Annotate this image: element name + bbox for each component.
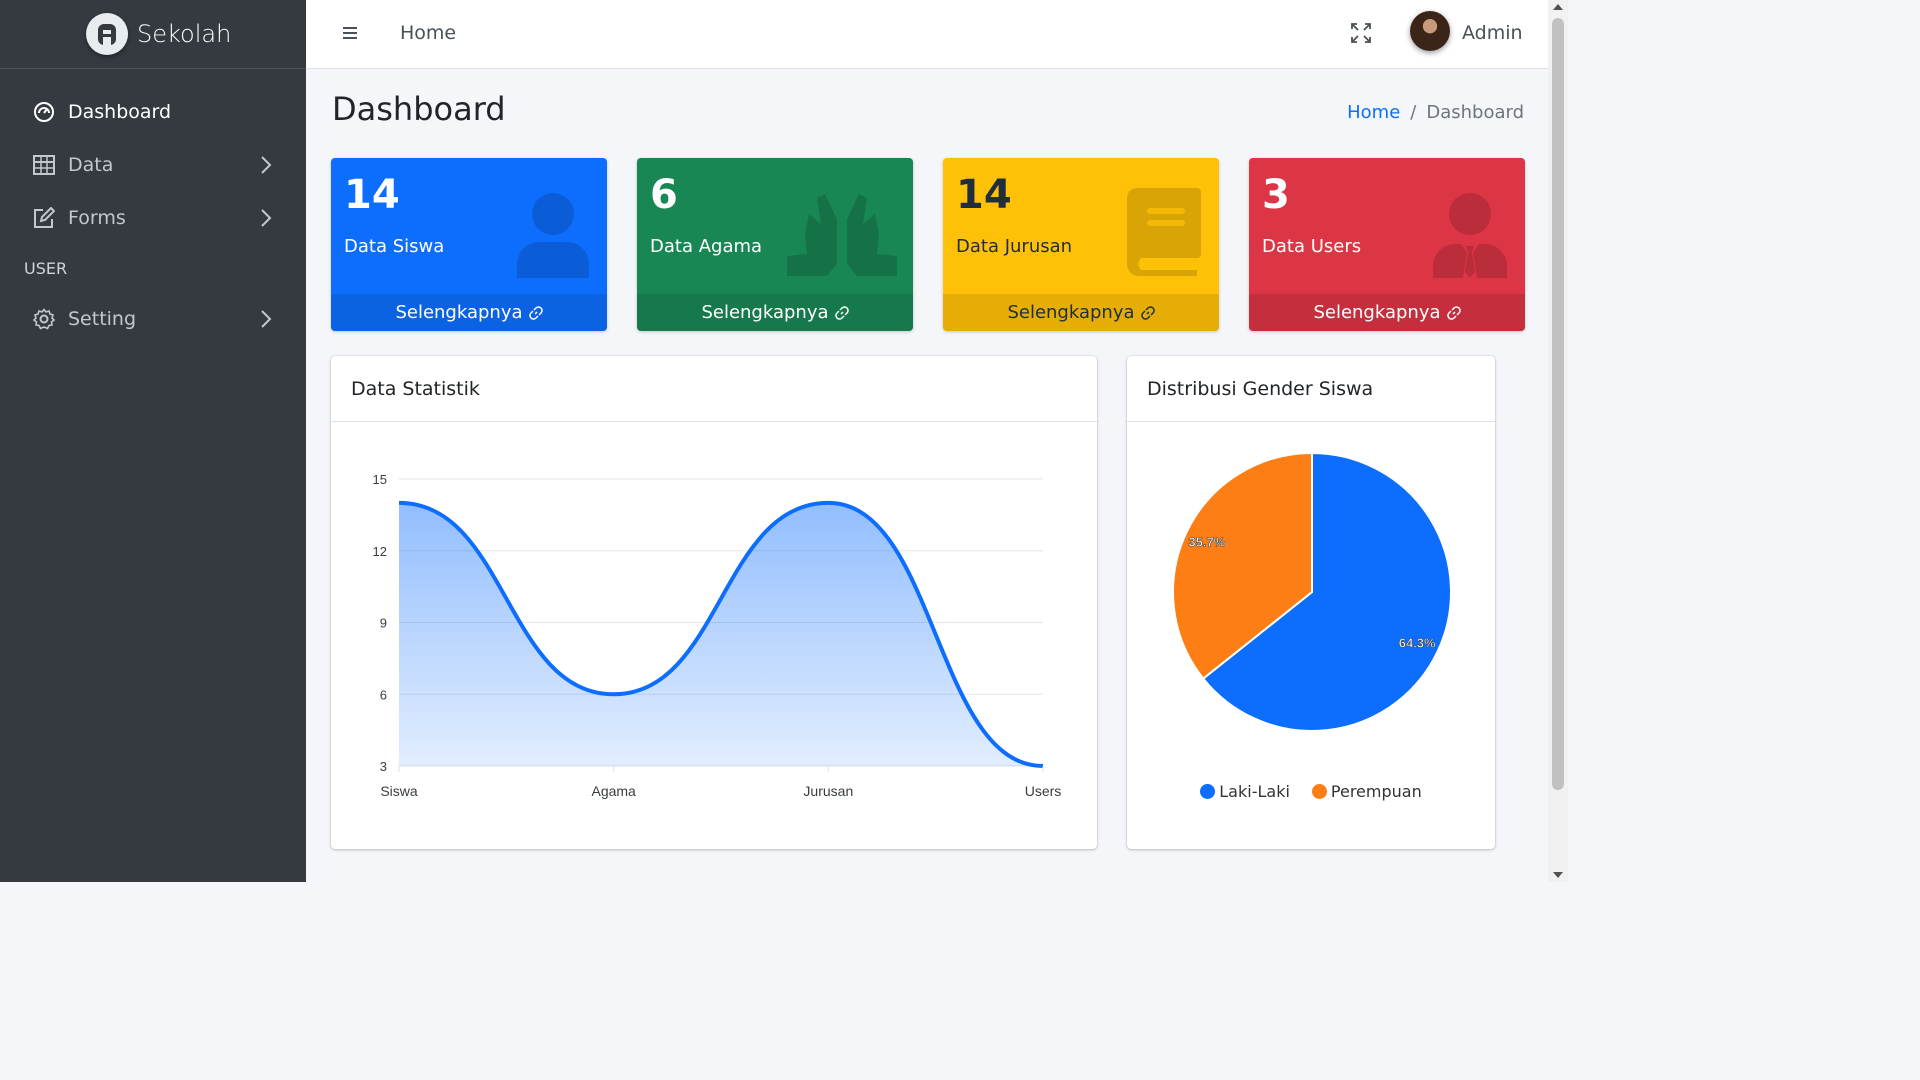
stat-value: 14 (344, 172, 400, 218)
chevron-right-icon (261, 209, 272, 227)
fullscreen-icon[interactable] (1350, 22, 1372, 44)
sidebar-item-label: Data (68, 153, 114, 176)
more-info-link[interactable]: Selengkapnya (637, 294, 913, 331)
stat-value: 14 (956, 172, 1012, 218)
user-icon (517, 193, 589, 278)
legend-marker (1311, 784, 1327, 799)
page-title: Dashboard (332, 90, 506, 128)
stat-label: Data Users (1262, 236, 1362, 257)
sidebar-item-label: Forms (68, 206, 126, 229)
topbar-home-link[interactable]: Home (400, 22, 456, 44)
pie-legend: Laki-Laki Perempuan (1127, 782, 1495, 801)
chevron-right-icon (261, 310, 272, 328)
link-icon (1446, 305, 1461, 320)
stat-box-users: 3 Data Users Selengkapnya (1249, 158, 1525, 331)
more-info-label: Selengkapnya (395, 302, 523, 323)
sidebar-item-data[interactable]: Data (0, 138, 306, 191)
breadcrumb-separator: / (1410, 102, 1417, 123)
card-distribusi-gender: Distribusi Gender Siswa 64.3% 35.7% Laki-… (1127, 356, 1495, 849)
edit-icon (32, 206, 56, 230)
hamburger-icon[interactable] (342, 22, 358, 44)
y-tick-label: 6 (380, 687, 387, 702)
sidebar-item-label: Setting (68, 307, 137, 330)
brand-name: Sekolah (137, 20, 232, 48)
praying-hands-icon (787, 194, 897, 276)
avatar[interactable] (1410, 11, 1450, 51)
x-tick-label: Users (1025, 783, 1062, 799)
stat-label: Data Agama (650, 236, 763, 257)
book-icon (1127, 188, 1201, 276)
chevron-right-icon (261, 156, 272, 174)
card-data-statistik: Data Statistik 3 6 9 12 15 Siswa Agama Jurusan U… (331, 356, 1097, 849)
scroll-down-arrow-icon[interactable] (1553, 872, 1563, 878)
sidebar: Sekolah Dashboard Data Forms USER Settin… (0, 0, 306, 882)
breadcrumb: Home / Dashboard (1347, 102, 1524, 123)
brand[interactable]: Sekolah (0, 0, 306, 69)
stat-value: 6 (650, 172, 678, 218)
y-tick-label: 12 (373, 544, 387, 559)
legend-item[interactable]: Laki-Laki (1200, 782, 1290, 801)
link-icon (1140, 305, 1155, 320)
brand-logo (86, 13, 128, 55)
scrollbar[interactable] (1548, 0, 1568, 882)
tachometer-icon (32, 100, 56, 124)
stat-label: Data Jurusan (956, 236, 1073, 257)
more-info-label: Selengkapnya (1007, 302, 1135, 323)
more-info-link[interactable]: Selengkapnya (331, 294, 607, 331)
breadcrumb-current: Dashboard (1426, 102, 1524, 123)
y-tick-label: 3 (380, 759, 387, 774)
stat-box-siswa: 14 Data Siswa Selengkapnya (331, 158, 607, 331)
sidebar-item-setting[interactable]: Setting (0, 292, 306, 345)
user-tie-icon (1433, 193, 1507, 278)
more-info-label: Selengkapnya (1313, 302, 1441, 323)
user-name[interactable]: Admin (1462, 22, 1523, 44)
x-tick-label: Jurusan (803, 783, 853, 799)
sidebar-item-dashboard[interactable]: Dashboard (0, 85, 306, 138)
scroll-thumb[interactable] (1552, 18, 1564, 790)
more-info-link[interactable]: Selengkapnya (1249, 294, 1525, 331)
gear-icon (32, 307, 56, 331)
legend-marker (1200, 784, 1216, 799)
legend-label: Laki-Laki (1219, 782, 1290, 801)
area-chart: 3 6 9 12 15 Siswa Agama Jurusan Users (373, 472, 1062, 799)
area-fill (399, 502, 1043, 766)
x-tick-label: Agama (591, 783, 636, 799)
pie-chart: 64.3% 35.7% (1172, 451, 1452, 732)
legend-item[interactable]: Perempuan (1311, 782, 1422, 801)
stat-box-jurusan: 14 Data Jurusan Selengkapnya (943, 158, 1219, 331)
sidebar-nav: Dashboard Data Forms USER Setting (0, 69, 306, 345)
pie-value-label: 35.7% (1188, 534, 1225, 549)
pie-value-label: 64.3% (1399, 636, 1436, 651)
y-tick-label: 15 (373, 472, 387, 487)
more-info-label: Selengkapnya (701, 302, 829, 323)
stat-value: 3 (1262, 172, 1290, 218)
topbar: Home Admin (306, 0, 1548, 69)
x-tick-label: Siswa (380, 783, 418, 799)
stat-box-agama: 6 Data Agama Selengkapnya (637, 158, 913, 331)
y-tick-label: 9 (380, 616, 387, 631)
scroll-up-arrow-icon[interactable] (1553, 4, 1563, 10)
link-icon (528, 305, 543, 320)
table-icon (32, 153, 56, 177)
sidebar-item-forms[interactable]: Forms (0, 191, 306, 244)
more-info-link[interactable]: Selengkapnya (943, 294, 1219, 331)
stat-label: Data Siswa (344, 236, 445, 257)
legend-label: Perempuan (1330, 782, 1422, 801)
link-icon (834, 305, 849, 320)
sidebar-item-label: Dashboard (68, 100, 172, 123)
breadcrumb-home-link[interactable]: Home (1347, 102, 1400, 123)
sidebar-header-user: USER (24, 258, 68, 278)
